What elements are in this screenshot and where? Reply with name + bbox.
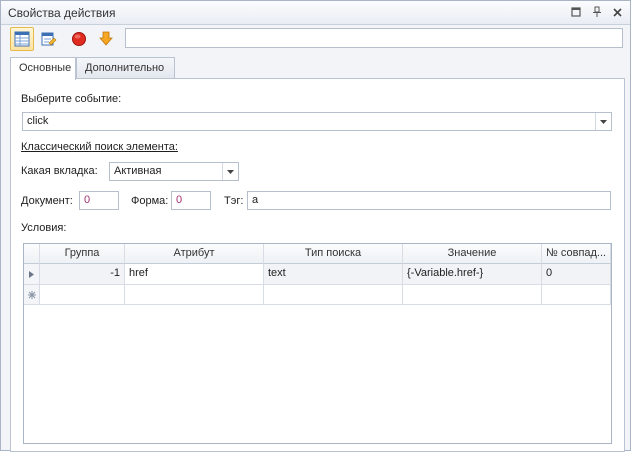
column-header-search-type[interactable]: Тип поиска xyxy=(264,244,403,264)
column-header-group[interactable]: Группа xyxy=(40,244,125,264)
properties-view-button[interactable] xyxy=(10,27,34,51)
chevron-down-icon[interactable] xyxy=(595,113,611,130)
stop-icon xyxy=(72,32,86,46)
tag-label: Тэг: xyxy=(224,195,244,207)
conditions-label: Условия: xyxy=(21,222,67,234)
cell-search-type[interactable]: text xyxy=(264,264,403,285)
table-row[interactable]: -1 href text {-Variable.href-} 0 xyxy=(24,264,611,285)
event-select[interactable]: click xyxy=(22,112,612,131)
cell-value[interactable]: {-Variable.href-} xyxy=(403,264,542,285)
new-cell-value[interactable] xyxy=(403,285,542,305)
cell-attribute[interactable]: href xyxy=(125,264,264,285)
new-cell-attribute[interactable] xyxy=(125,285,264,305)
event-select-value: click xyxy=(27,115,49,127)
tab-additional[interactable]: Дополнительно xyxy=(76,57,175,79)
conditions-grid[interactable]: Группа Атрибут Тип поиска Значение № сов… xyxy=(23,243,612,444)
new-row[interactable] xyxy=(24,285,611,305)
form-input[interactable]: 0 xyxy=(171,191,211,210)
restore-icon[interactable] xyxy=(569,5,582,19)
browser-tab-label: Какая вкладка: xyxy=(21,165,98,177)
tag-input[interactable]: a xyxy=(247,191,611,210)
new-row-icon xyxy=(24,285,40,305)
cell-match-number[interactable]: 0 xyxy=(542,264,611,285)
pin-icon[interactable] xyxy=(590,5,603,19)
arrow-down-icon xyxy=(99,31,113,46)
new-cell-match-number[interactable] xyxy=(542,285,611,305)
column-header-attribute[interactable]: Атрибут xyxy=(125,244,264,264)
main-panel: Выберите событие: click Классический пои… xyxy=(10,78,625,452)
browser-tab-value: Активная xyxy=(114,165,162,177)
title-bar: Свойства действия xyxy=(1,1,630,25)
table-icon xyxy=(14,31,30,47)
close-icon[interactable] xyxy=(611,5,624,19)
row-selector-header xyxy=(24,244,40,264)
action-properties-window: Свойства действия Основные Дополнительно… xyxy=(0,0,631,452)
new-cell-group[interactable] xyxy=(40,285,125,305)
column-header-value[interactable]: Значение xyxy=(403,244,542,264)
grid-header-row: Группа Атрибут Тип поиска Значение № сов… xyxy=(24,244,611,264)
cell-group[interactable]: -1 xyxy=(40,264,125,285)
document-input[interactable]: 0 xyxy=(79,191,119,210)
form-label: Форма: xyxy=(131,195,169,207)
row-pointer-icon xyxy=(24,264,40,285)
edit-form-icon xyxy=(41,32,57,46)
title-controls xyxy=(569,5,624,19)
edit-view-button[interactable] xyxy=(37,27,61,51)
tab-main[interactable]: Основные xyxy=(10,57,76,80)
move-down-button[interactable] xyxy=(94,27,118,51)
document-label: Документ: xyxy=(21,195,73,207)
toolbar xyxy=(1,26,630,54)
new-cell-search-type[interactable] xyxy=(264,285,403,305)
stop-button[interactable] xyxy=(67,27,91,51)
column-header-match-number[interactable]: № совпад... xyxy=(542,244,611,264)
address-field[interactable] xyxy=(125,28,623,48)
chevron-down-icon[interactable] xyxy=(222,163,238,180)
event-label: Выберите событие: xyxy=(21,93,122,105)
classic-search-heading: Классический поиск элемента: xyxy=(21,141,178,153)
window-title: Свойства действия xyxy=(8,6,116,20)
browser-tab-select[interactable]: Активная xyxy=(109,162,239,181)
